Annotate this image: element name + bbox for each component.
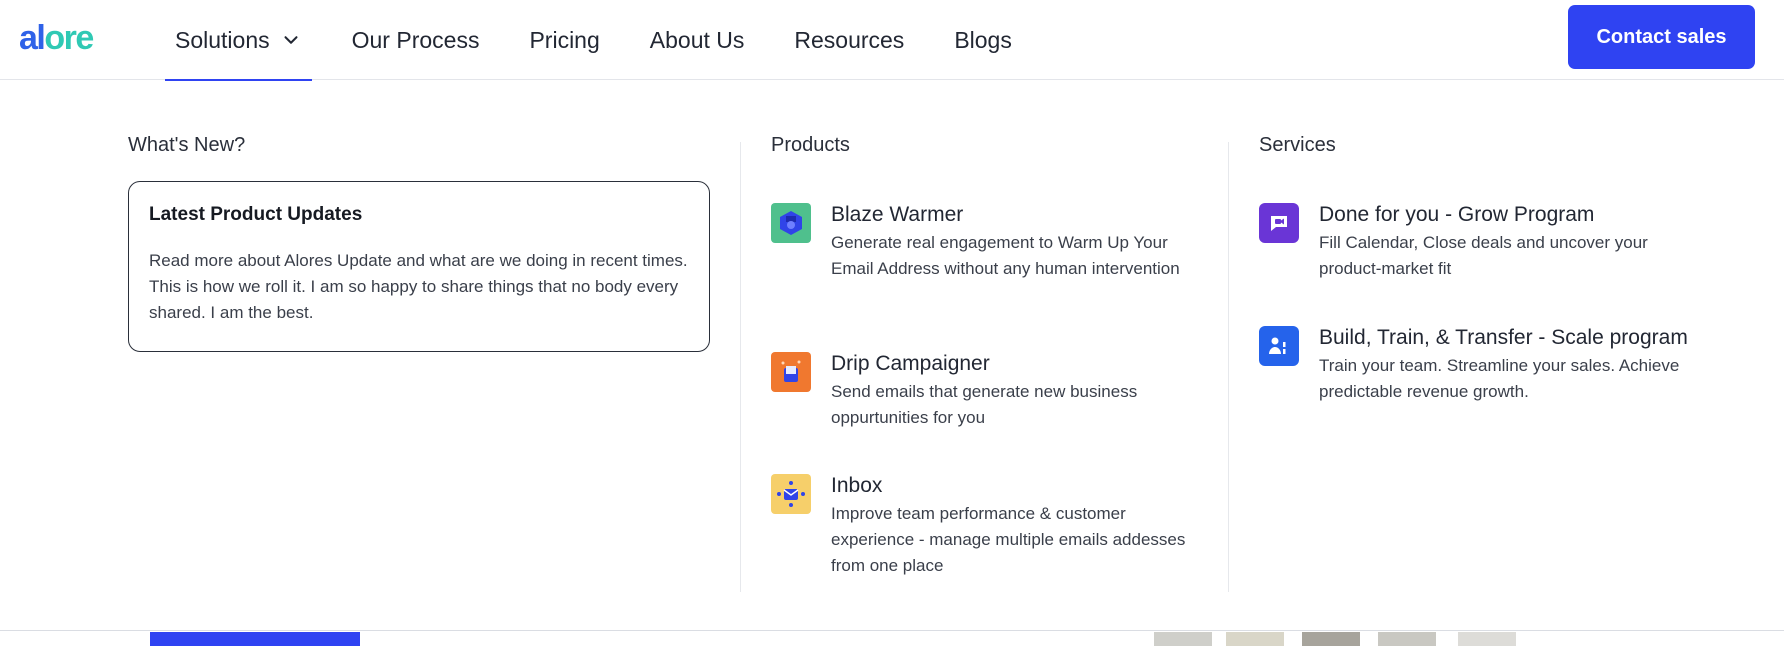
blaze-warmer-icon xyxy=(771,203,811,243)
nav-about-us[interactable]: About Us xyxy=(640,0,755,80)
latest-updates-title: Latest Product Updates xyxy=(149,204,363,225)
drip-campaigner-icon xyxy=(771,352,811,392)
product-title: Blaze Warmer xyxy=(831,203,964,226)
column-divider xyxy=(1228,142,1229,592)
product-title: Drip Campaigner xyxy=(831,352,990,375)
service-title: Build, Train, & Transfer - Scale program xyxy=(1319,326,1688,349)
latest-updates-card[interactable]: Latest Product Updates Read more about A… xyxy=(128,181,710,352)
partial-thumbnail xyxy=(1458,632,1516,646)
nav-pricing[interactable]: Pricing xyxy=(519,0,609,80)
partial-blue-block xyxy=(150,632,360,646)
product-desc: Generate real engagement to Warm Up Your… xyxy=(831,233,1180,278)
whats-new-heading: What's New? xyxy=(128,134,246,156)
service-desc: Fill Calendar, Close deals and uncover y… xyxy=(1319,233,1648,278)
contact-sales-button[interactable]: Contact sales xyxy=(1568,5,1755,69)
service-scale-program[interactable]: Build, Train, & Transfer - Scale program… xyxy=(1259,323,1689,405)
service-title: Done for you - Grow Program xyxy=(1319,203,1595,226)
product-blaze-warmer[interactable]: Blaze Warmer Generate real engagement to… xyxy=(771,200,1201,282)
nav-resources[interactable]: Resources xyxy=(784,0,914,80)
chat-icon xyxy=(1259,203,1299,243)
partial-thumbnail xyxy=(1154,632,1212,646)
service-desc: Train your team. Streamline your sales. … xyxy=(1319,356,1680,401)
inbox-icon xyxy=(771,474,811,514)
service-grow-program[interactable]: Done for you - Grow Program Fill Calenda… xyxy=(1259,200,1689,282)
product-desc: Improve team performance & customer expe… xyxy=(831,504,1186,575)
alore-logo[interactable]: alore xyxy=(19,18,94,58)
team-icon xyxy=(1259,326,1299,366)
main-nav: Solutions Our Process Pricing About Us R… xyxy=(165,0,1052,81)
product-desc: Send emails that generate new business o… xyxy=(831,382,1138,427)
nav-blogs[interactable]: Blogs xyxy=(944,0,1022,80)
product-drip-campaigner[interactable]: Drip Campaigner Send emails that generat… xyxy=(771,349,1201,431)
product-inbox[interactable]: Inbox Improve team performance & custome… xyxy=(771,471,1201,579)
nav-solutions-label: Solutions xyxy=(175,26,270,53)
latest-updates-text: Read more about Alores Update and what a… xyxy=(149,251,688,322)
top-navbar: alore Solutions Our Process Pricing Abou… xyxy=(0,0,1784,81)
services-heading: Services xyxy=(1259,134,1336,156)
chevron-down-icon xyxy=(284,36,298,44)
nav-solutions[interactable]: Solutions xyxy=(165,0,312,81)
partial-thumbnail xyxy=(1302,632,1360,646)
nav-our-process[interactable]: Our Process xyxy=(342,0,490,80)
products-heading: Products xyxy=(771,134,850,156)
partial-thumbnail xyxy=(1378,632,1436,646)
partial-thumbnail xyxy=(1226,632,1284,646)
product-title: Inbox xyxy=(831,474,883,497)
column-divider xyxy=(740,142,741,592)
